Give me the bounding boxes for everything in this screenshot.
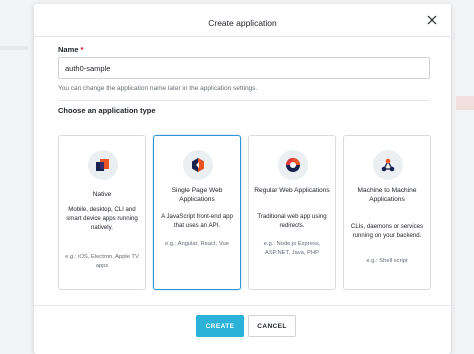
card-description: A JavaScript front-end app that uses an …: [161, 213, 233, 229]
app-type-card-spa[interactable]: Single Page Web Applications A JavaScrip…: [153, 135, 241, 290]
name-help-text: You can change the application name late…: [58, 85, 258, 92]
dialog-title: Create application: [208, 18, 277, 28]
card-examples: e.g.: Angular, React, Vue: [165, 241, 229, 247]
app-type-card-native[interactable]: Native Mobile, desktop, CLI and smart de…: [58, 135, 146, 290]
name-input[interactable]: [58, 57, 430, 79]
create-button[interactable]: CREATE: [196, 315, 244, 337]
header-divider: [34, 36, 451, 37]
regular-web-icon: [278, 150, 308, 180]
application-type-label: Choose an application type: [58, 106, 156, 115]
app-type-card-m2m[interactable]: Machine to Machine Applications CLIs, da…: [343, 135, 431, 290]
card-title: Machine to Machine Applications: [357, 187, 417, 203]
close-icon[interactable]: [425, 13, 439, 27]
card-title: Native: [92, 191, 112, 198]
cancel-button[interactable]: CANCEL: [248, 315, 296, 337]
required-mark: *: [80, 45, 84, 54]
card-title: Single Page Web Applications: [171, 187, 223, 203]
card-title: Regular Web Applications: [254, 187, 330, 194]
section-divider: [58, 100, 430, 101]
m2m-icon: [373, 150, 403, 180]
spa-icon: [183, 150, 213, 180]
card-examples: e.g.: Shell script: [366, 258, 408, 264]
name-label-text: Name: [58, 45, 79, 54]
app-type-card-regular-web[interactable]: Regular Web Applications Traditional web…: [248, 135, 336, 290]
background-banner: [456, 96, 474, 110]
card-description: Mobile, desktop, CLI and smart device ap…: [66, 206, 138, 231]
card-examples: e.g.: iOS, Electron, Apple TV apps: [65, 254, 139, 269]
native-icon: [88, 150, 118, 180]
card-description: Traditional web app using redirects.: [257, 213, 327, 229]
create-application-dialog: Create application Name * You can change…: [34, 4, 451, 354]
name-label: Name *: [58, 45, 83, 54]
background-line: [0, 46, 28, 50]
footer-divider: [34, 305, 451, 306]
card-description: CLIs, daemons or services running on you…: [350, 223, 424, 239]
card-examples: e.g.: Node.js Express, ASP.NET, Java, PH…: [263, 241, 321, 256]
